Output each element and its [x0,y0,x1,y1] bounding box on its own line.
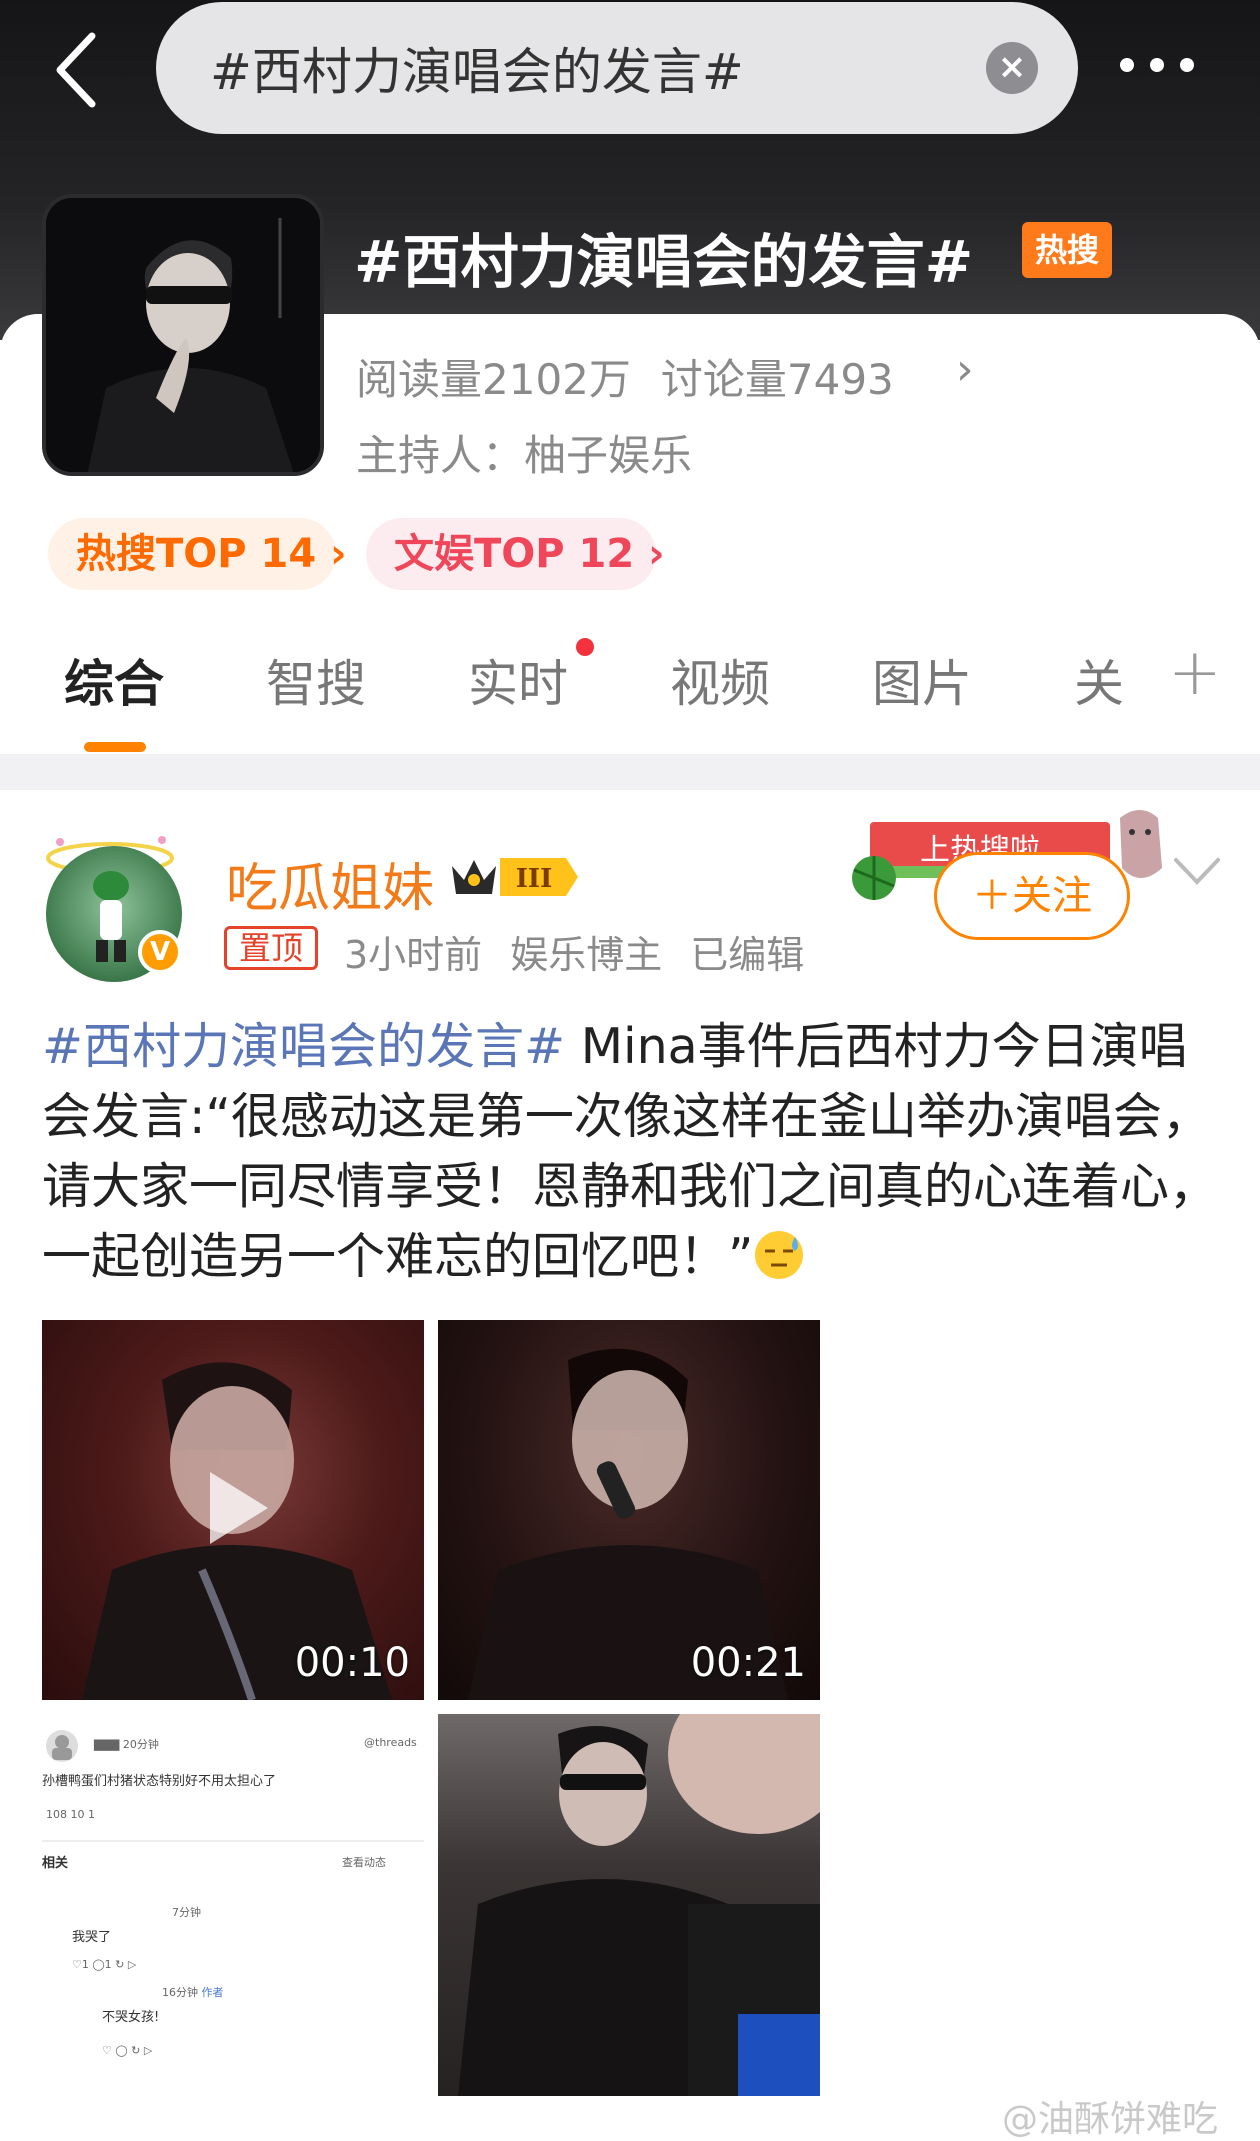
play-icon[interactable] [202,1468,272,1548]
new-content-dot [576,638,594,656]
tab-video[interactable]: 视频 [670,644,770,716]
clear-search-button[interactable]: × [986,42,1038,94]
shot-related: 相关 [42,1856,69,1871]
weibo-watermark: @油酥饼难吃 [1002,2099,1219,2140]
topic-hashtag-link[interactable]: #西村力演唱会的发言# [42,1018,565,1075]
shot-author-tag: 作者 [201,1986,224,1999]
shot-reply-2: 不哭女孩! [102,2010,160,2025]
shot-stats: 108 10 1 [46,1808,95,1821]
entertainment-rank-pill[interactable]: 文娱TOP 12 › [366,518,665,590]
back-arrow-icon [56,32,96,108]
commenter-avatar-icon [46,1730,78,1762]
add-tab-icon[interactable]: + [1168,636,1222,710]
edited-label: 已编辑 [690,933,805,977]
topic-cover-image [42,194,324,476]
post-meta: 3小时前 娱乐博主 已编辑 [344,924,832,979]
avatar-watermelon-figure-icon [93,871,129,962]
hot-search-rank-pill[interactable]: 热搜TOP 14 › [48,518,347,590]
shot-divider [42,1840,424,1842]
active-tab-indicator [84,742,146,752]
shot-time-2: 7分钟 [172,1906,201,1919]
follow-label: 关注 [1012,873,1092,919]
video-duration: 00:10 [294,1640,410,1686]
search-query[interactable]: #西村力演唱会的发言# [210,32,744,104]
shot-view-more: 查看动态 [342,1856,386,1869]
follow-button[interactable]: ＋关注 [934,852,1130,940]
close-icon: × [997,47,1027,87]
more-options-button[interactable] [1120,40,1230,90]
hot-search-badge: 热搜 [1022,222,1112,278]
discussion-count: 讨论量7493 [660,355,894,404]
ent-rank-label: 文娱TOP 12 [394,531,635,577]
shot-brand: threads [375,1736,417,1749]
plus-icon: ＋ [972,873,1012,919]
topic-title: #西村力演唱会的发言# [354,228,974,296]
user-name[interactable]: 吃瓜姐妹 [226,846,434,921]
crown-level-badge-icon[interactable]: III [448,852,582,902]
video-duration: 00:21 [690,1640,806,1686]
topic-host[interactable]: 主持人：柚子娱乐 [356,422,692,483]
screenshot-image[interactable]: ▇▇▇ 20分钟 @threads 孙槽鸭蛋们村猪状态特别好不用太担心了 108… [42,1714,424,2096]
tab-comprehensive[interactable]: 综合 [64,644,164,716]
tab-follow[interactable]: 关 [1074,644,1124,716]
tab-bar: 综合 智搜 实时 视频 图片 关 + [0,636,1260,754]
read-count: 阅读量2102万 [356,355,631,404]
search-bar[interactable]: #西村力演唱会的发言# × [156,2,1078,134]
performer-photo-icon [458,1714,820,2096]
chevron-right-icon[interactable]: › [956,344,974,395]
video-thumbnail-2[interactable]: 00:21 [438,1320,820,1700]
post-time: 3小时前 [344,933,483,977]
topic-stats[interactable]: 阅读量2102万 讨论量7493 [356,346,894,407]
photo-thumbnail[interactable] [438,1714,820,2096]
back-button[interactable] [48,30,108,110]
more-dots-icon [1120,58,1134,72]
video-thumbnail-1[interactable]: 00:10 [42,1320,424,1700]
post-body: #西村力演唱会的发言# Mina事件后西村力今日演唱会发言:“很感动这是第一次像… [42,1012,1232,1292]
shot-line-1: 孙槽鸭蛋们村猪状态特别好不用太担心了 [42,1774,277,1789]
tab-realtime[interactable]: 实时 [468,644,568,716]
tab-pictures[interactable]: 图片 [872,644,972,716]
section-divider [0,754,1260,790]
chevron-down-icon[interactable] [1172,852,1222,892]
pinned-badge: 置顶 [224,926,319,970]
cover-portrait-icon [46,198,320,472]
shot-time-1: 20分钟 [122,1738,159,1751]
sweat-emoji-icon [755,1231,804,1279]
level-text: III [516,864,553,894]
user-role: 娱乐博主 [510,933,663,977]
shot-reply-1: 我哭了 [72,1930,112,1945]
tab-smart-search[interactable]: 智搜 [266,644,366,716]
hot-rank-label: 热搜TOP 14 [76,531,317,577]
shot-time-3: 16分钟 [162,1986,198,1999]
verified-badge-icon: V [138,930,182,974]
weibo-post: V 吃瓜姐妹 III 置顶 3小时前 娱乐博主 已编辑 上热搜啦 ＋关注 #西村力演… [0,790,1260,2141]
